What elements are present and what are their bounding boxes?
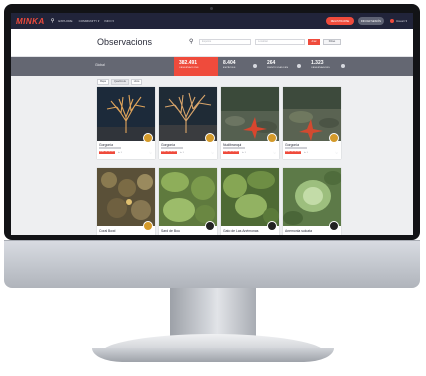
observation-card[interactable]: Gorgonia GRAU DE RECERCA ★ 1 ♡ <box>283 87 341 159</box>
user-avatar[interactable] <box>143 133 153 143</box>
page-header: Observacions ⚲ Espècie Localitat Anar Fi… <box>11 29 413 57</box>
quality-badge: GRAU DE RECERCA <box>99 151 115 154</box>
camera-dot <box>210 7 213 10</box>
observation-photo[interactable] <box>283 168 341 226</box>
observation-subtitle <box>99 147 121 149</box>
user-avatar[interactable] <box>205 221 215 231</box>
monitor-stand-base <box>92 348 334 362</box>
favorite-icon[interactable]: ♡ <box>335 151 338 155</box>
top-navigation-bar: MINKA ⚲ EXPLORE COMMUNITY ▾ INFO ▾ REGIS… <box>11 13 413 29</box>
view-grid-button[interactable]: Quadrícula <box>110 79 129 85</box>
user-menu-label: Usuari ▾ <box>395 19 407 23</box>
observation-name[interactable]: Coral Bowl <box>99 229 115 233</box>
view-map-button[interactable]: Mapa <box>97 79 109 85</box>
stat-observers[interactable]: 1.323 OBSERVADORS <box>306 57 350 76</box>
stat-label: ESPÈCIES <box>223 67 236 69</box>
search-icon[interactable]: ⚲ <box>51 18 55 24</box>
observation-photo[interactable] <box>159 168 217 226</box>
filters-button[interactable]: Filtres <box>323 39 341 45</box>
stat-observations[interactable]: 382.491 OBSERVACIONS <box>174 57 218 76</box>
monitor-stand-neck <box>170 288 256 340</box>
observation-photo[interactable] <box>97 168 155 226</box>
favorite-icon[interactable]: ♡ <box>273 151 276 155</box>
observation-card[interactable]: Nudibranqui GRAU DE RECERCA ★ 1 ♡ <box>221 87 279 159</box>
quality-badge: GRAU DE RECERCA <box>161 151 177 154</box>
view-list-button[interactable]: Llista <box>130 79 143 85</box>
observation-photo[interactable] <box>221 168 279 226</box>
stat-label: OBSERVACIONS <box>179 67 199 69</box>
favorite-icon[interactable]: ♡ <box>211 151 214 155</box>
observation-count: ★ 1 <box>118 152 122 154</box>
user-avatar[interactable] <box>267 133 277 143</box>
stat-value: 8.404 <box>223 60 236 66</box>
identifiers-icon <box>297 64 301 68</box>
stat-value: 1.323 <box>311 60 324 66</box>
observation-name[interactable]: Anemonia sulcata <box>285 229 312 233</box>
observation-subtitle <box>285 147 307 149</box>
species-search-input[interactable]: Espècie <box>199 39 251 45</box>
stat-species[interactable]: 8.404 ESPÈCIES <box>218 57 262 76</box>
user-avatar[interactable] <box>267 221 277 231</box>
quality-badge: GRAU DE RECERCA <box>223 151 239 154</box>
user-avatar[interactable] <box>329 221 339 231</box>
observation-subtitle <box>223 147 245 149</box>
observation-card[interactable]: Gato de Las Anémonas <box>221 168 279 235</box>
user-avatar-icon <box>389 19 394 23</box>
observation-card[interactable]: Sard de Bou <box>159 168 217 235</box>
screen: MINKA ⚲ EXPLORE COMMUNITY ▾ INFO ▾ REGIS… <box>11 13 413 235</box>
stat-value: 264 <box>267 60 276 66</box>
stat-value: 382.491 <box>179 60 198 66</box>
nav-item-info[interactable]: INFO ▾ <box>104 19 114 23</box>
observation-subtitle <box>161 147 183 149</box>
go-button[interactable]: Anar <box>308 39 320 45</box>
observation-card[interactable]: Gorgonia GRAU DE RECERCA ★ 1 ♡ <box>97 87 155 159</box>
stats-scope-label: Global <box>95 63 105 67</box>
user-avatar[interactable] <box>329 133 339 143</box>
observation-name[interactable]: Gato de Las Anémonas <box>223 229 258 233</box>
register-button[interactable]: REGISTRARSE <box>325 17 354 25</box>
observation-count: ★ 1 <box>304 152 308 154</box>
scene: MINKA ⚲ EXPLORE COMMUNITY ▾ INFO ▾ REGIS… <box>0 0 426 376</box>
observers-icon <box>341 64 345 68</box>
nav-item-community[interactable]: COMMUNITY ▾ <box>79 19 100 23</box>
monitor-chin <box>4 240 420 288</box>
stat-identifiers[interactable]: 264 IDENTIFICADORS <box>262 57 306 76</box>
species-icon <box>253 64 257 68</box>
observation-card[interactable]: Coral Bowl <box>97 168 155 235</box>
stat-label: OBSERVADORS <box>311 67 330 69</box>
observation-name[interactable]: Sard de Bou <box>161 229 180 233</box>
page-title: Observacions <box>97 37 153 47</box>
observation-grid: Gorgonia GRAU DE RECERCA ★ 1 ♡ Gorgonia … <box>97 87 341 235</box>
chin-divider <box>4 240 420 241</box>
place-search-input[interactable]: Localitat <box>255 39 305 45</box>
observation-count: ★ 1 <box>242 152 246 154</box>
favorite-icon[interactable]: ♡ <box>149 151 152 155</box>
login-button[interactable]: INICIAR SESIÓN <box>357 17 384 25</box>
search-icon: ⚲ <box>189 39 194 45</box>
user-avatar[interactable] <box>205 133 215 143</box>
quality-badge: GRAU DE RECERCA <box>285 151 301 154</box>
user-avatar[interactable] <box>143 221 153 231</box>
observation-count: ★ 1 <box>180 152 184 154</box>
nav-item-explore[interactable]: EXPLORE <box>58 19 72 23</box>
stats-bar: Global 382.491 OBSERVACIONS 8.404 ESPÈCI… <box>11 57 413 76</box>
observation-card[interactable]: Anemonia sulcata <box>283 168 341 235</box>
app-logo[interactable]: MINKA <box>16 17 45 26</box>
view-toggle-group: Mapa Quadrícula Llista <box>97 79 144 85</box>
stat-label: IDENTIFICADORS <box>267 67 289 69</box>
observation-card[interactable]: Gorgonia GRAU DE RECERCA ★ 1 ♡ <box>159 87 217 159</box>
user-menu[interactable]: Usuari ▾ <box>389 19 407 23</box>
